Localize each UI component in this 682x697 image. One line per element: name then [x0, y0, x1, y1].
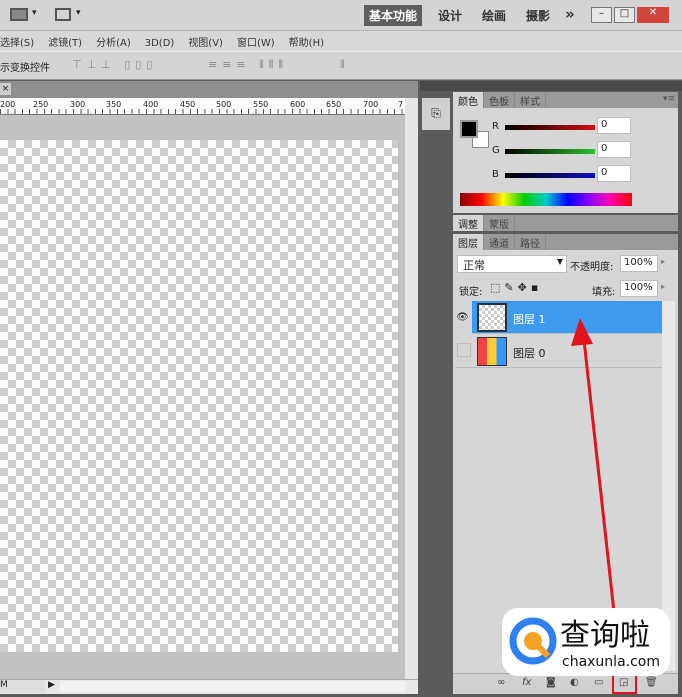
watermark-url: chaxunla.com — [562, 654, 660, 670]
arrow-shaft — [582, 339, 616, 613]
annotation-arrow — [571, 318, 616, 613]
arrow-head — [571, 318, 593, 346]
watermark-logo-icon — [509, 617, 557, 665]
watermark-title: 查询啦 — [560, 618, 650, 653]
watermark: 查询啦 chaxunla.com — [502, 608, 670, 676]
